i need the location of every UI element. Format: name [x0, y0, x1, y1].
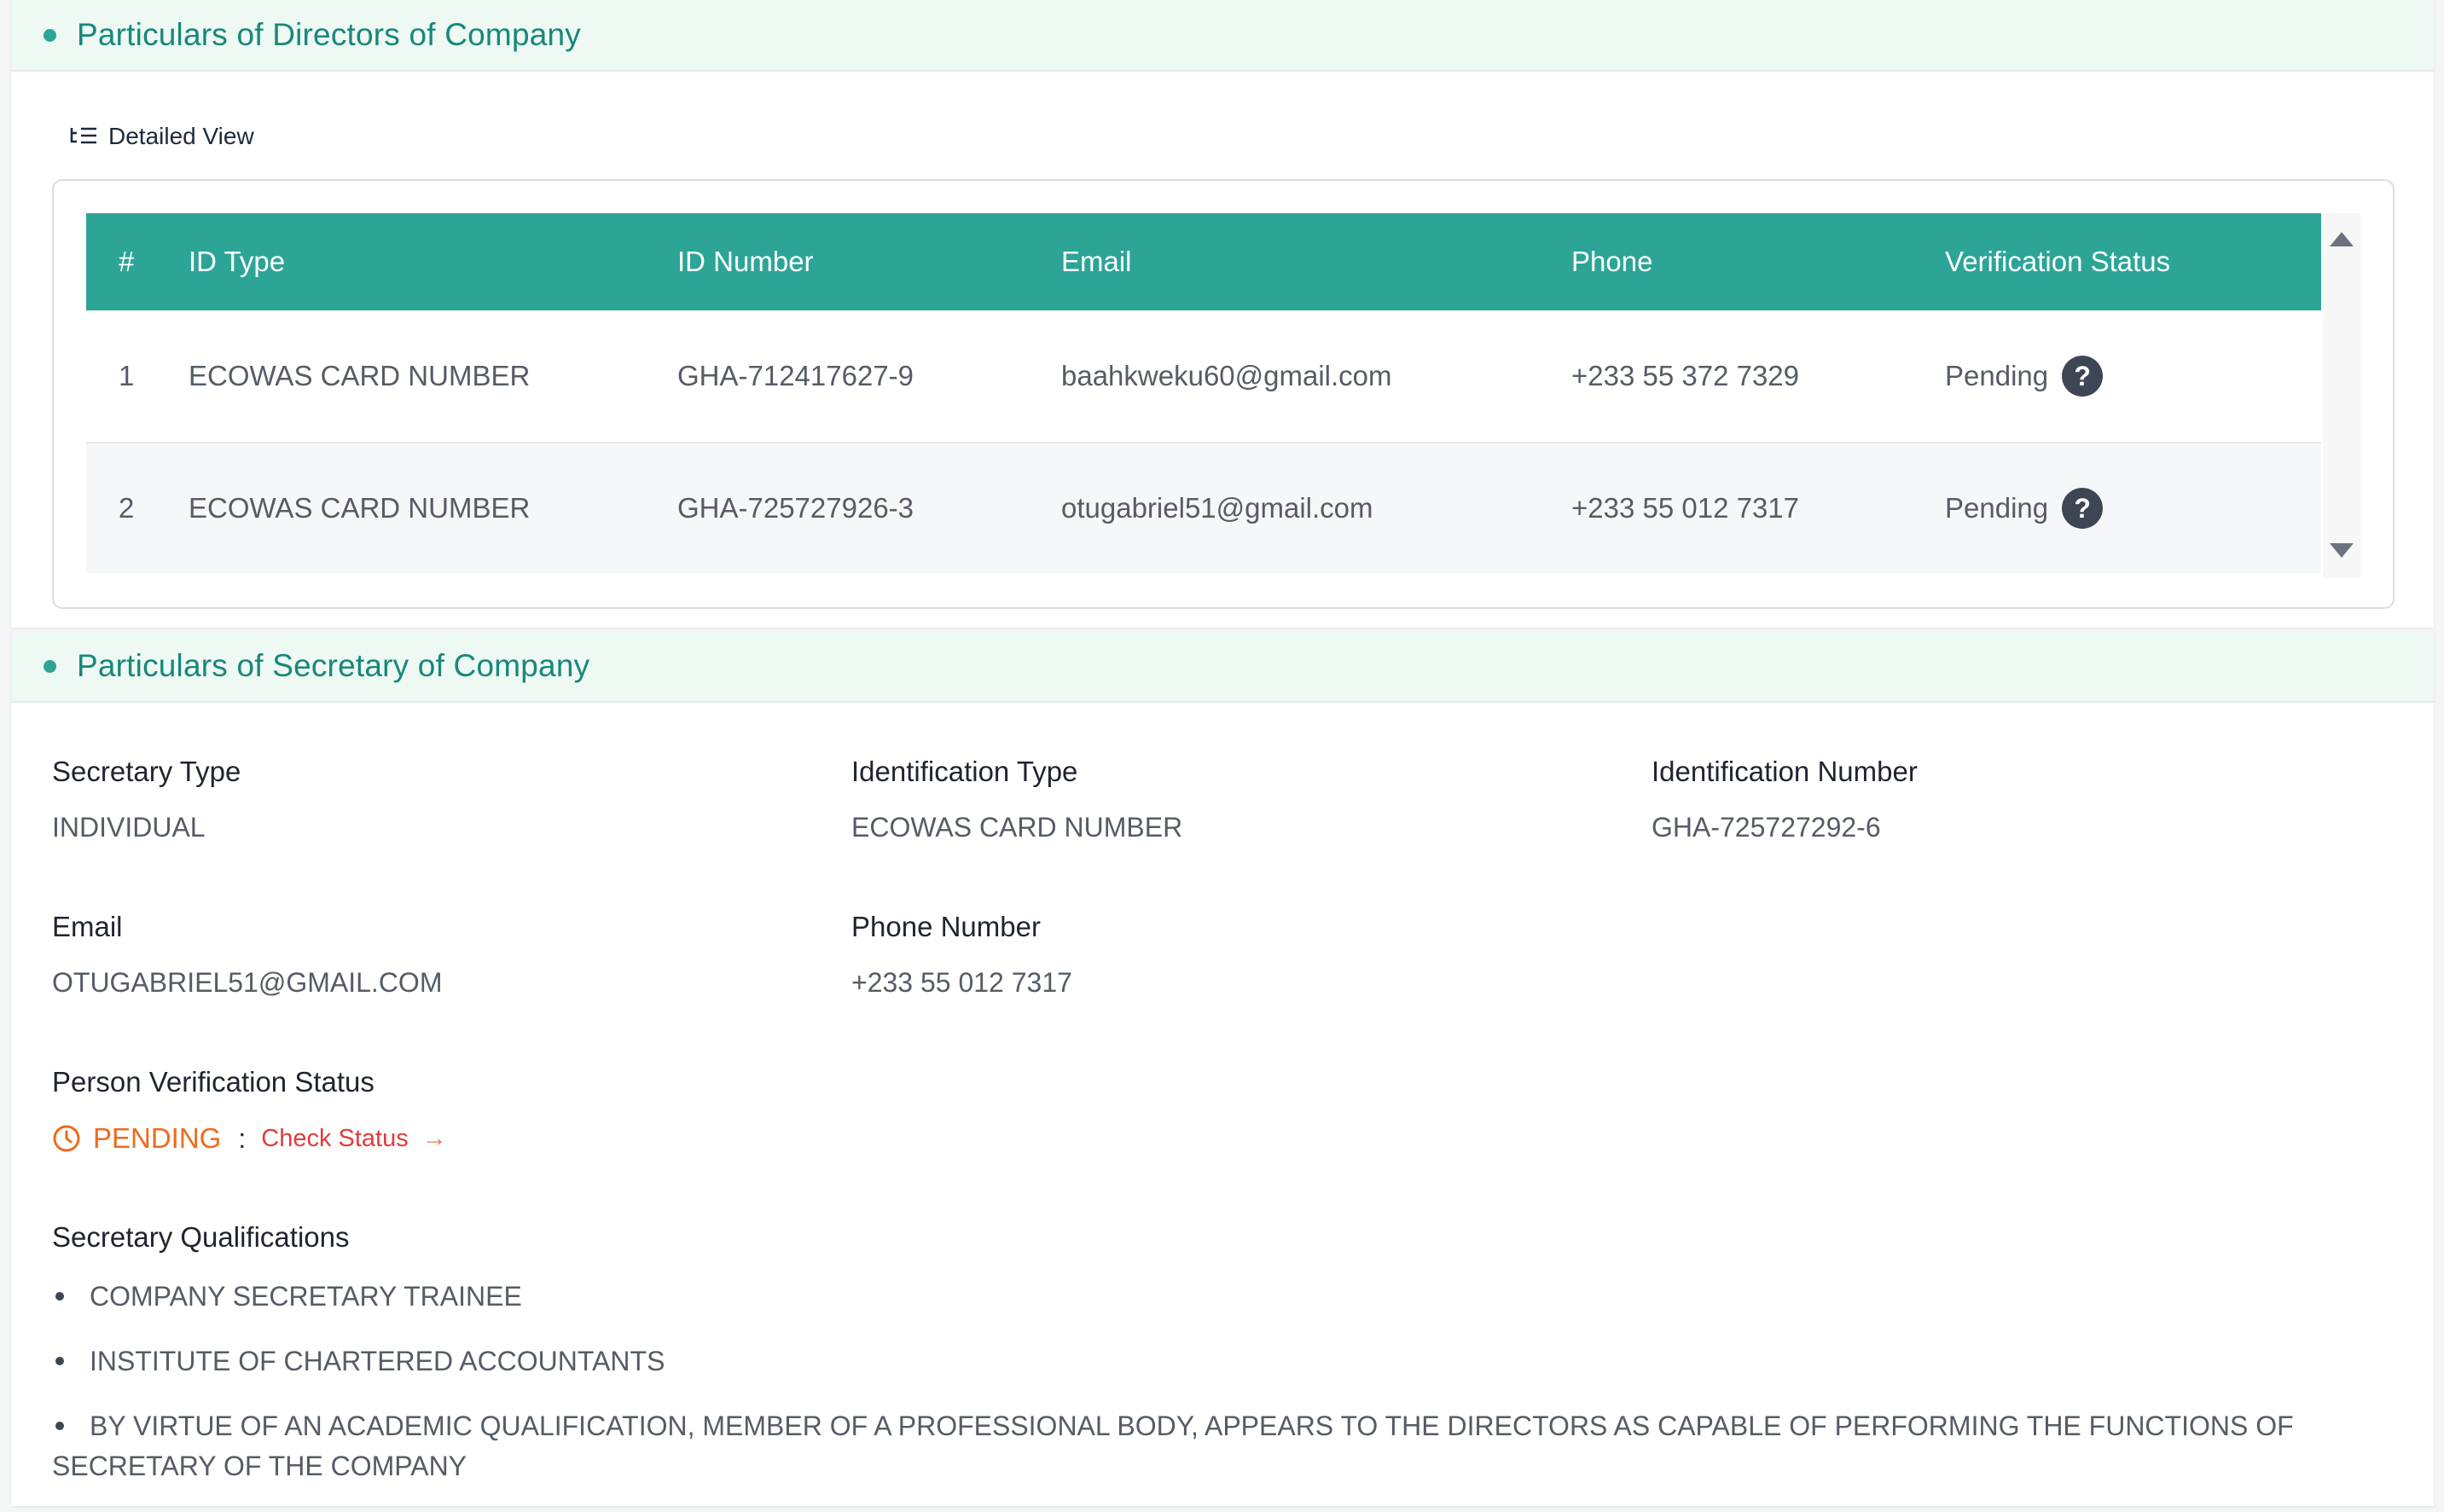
section-dot-icon — [44, 659, 56, 673]
qualifications-list: COMPANY SECRETARY TRAINEE INSTITUTE OF C… — [52, 1277, 2406, 1511]
bullet-icon — [55, 1356, 64, 1365]
column-header-email: Email — [1061, 246, 1132, 277]
cell-email: otugabriel51@gmail.com — [1061, 492, 1373, 524]
detailed-view-label: Detailed View — [108, 123, 254, 149]
list-tree-icon — [70, 127, 96, 144]
directors-section-title: Particulars of Directors of Company — [77, 17, 581, 52]
identification-number-field: Identification Number GHA-725727292-6 — [1652, 756, 1918, 843]
email-field: Email OTUGABRIEL51@GMAIL.COM — [52, 911, 442, 999]
arrow-right-icon[interactable]: → — [422, 1125, 447, 1153]
cell-email: baahkweku60@gmail.com — [1061, 360, 1392, 391]
cell-verification-status: Pending ? — [1945, 356, 2321, 397]
identification-type-label: Identification Type — [851, 756, 1078, 787]
verification-status-line: PENDING : Check Status → — [52, 1122, 447, 1155]
status-text: Pending — [1945, 360, 2049, 391]
person-verification-field: Person Verification Status — [52, 1066, 374, 1098]
clock-icon — [53, 1125, 80, 1152]
identification-type-value: ECOWAS CARD NUMBER — [851, 812, 1183, 843]
column-header-phone: Phone — [1571, 246, 1653, 277]
column-header-number: # — [119, 246, 135, 277]
email-value: OTUGABRIEL51@GMAIL.COM — [52, 967, 443, 998]
column-header-verification-status: Verification Status — [1945, 246, 2171, 277]
table-row: 1 ECOWAS CARD NUMBER GHA-712417627-9 baa… — [86, 310, 2321, 443]
scroll-up-arrow-icon[interactable] — [2330, 232, 2354, 246]
list-item: COMPANY SECRETARY TRAINEE — [52, 1277, 2406, 1317]
phone-number-label: Phone Number — [851, 911, 1041, 942]
secretary-section-header: Particulars of Secretary of Company — [11, 631, 2434, 703]
cell-number: 2 — [119, 492, 135, 524]
table-row: 2 ECOWAS CARD NUMBER GHA-725727926-3 otu… — [86, 443, 2321, 573]
cell-verification-status: Pending ? — [1945, 488, 2321, 529]
status-text: Pending — [1945, 492, 2049, 524]
status-separator: : — [238, 1122, 247, 1154]
directors-table: # ID Type ID Number Email Phone Verifica… — [86, 213, 2321, 573]
table-scrollbar[interactable] — [2323, 213, 2360, 578]
cell-id-number: GHA-712417627-9 — [677, 360, 914, 391]
phone-number-value: +233 55 012 7317 — [851, 967, 1072, 998]
bullet-icon — [55, 1291, 64, 1301]
verification-status-badge: PENDING — [93, 1122, 222, 1154]
table-header-row: # ID Type ID Number Email Phone Verifica… — [86, 213, 2321, 310]
cell-id-number: GHA-725727926-3 — [677, 492, 914, 524]
secretary-type-label: Secretary Type — [52, 756, 241, 787]
identification-type-field: Identification Type ECOWAS CARD NUMBER — [851, 756, 1182, 843]
section-dot-icon — [44, 28, 56, 42]
scroll-down-arrow-icon[interactable] — [2330, 543, 2354, 558]
phone-number-field: Phone Number +233 55 012 7317 — [851, 911, 1072, 999]
directors-section-header: Particulars of Directors of Company — [11, 0, 2434, 72]
secretary-qualifications-field: Secretary Qualifications — [52, 1221, 349, 1254]
cell-id-type: ECOWAS CARD NUMBER — [189, 360, 531, 391]
person-verification-label: Person Verification Status — [52, 1066, 374, 1098]
list-item: BY VIRTUE OF AN ACADEMIC QUALIFICATION, … — [52, 1406, 2406, 1486]
email-label: Email — [52, 911, 123, 942]
column-header-id-number: ID Number — [677, 246, 814, 277]
secretary-type-value: INDIVIDUAL — [52, 812, 206, 843]
cell-phone: +233 55 012 7317 — [1571, 492, 1800, 524]
qualification-text: INSTITUTE OF CHARTERED ACCOUNTANTS — [90, 1346, 665, 1376]
qualification-text: COMPANY SECRETARY TRAINEE — [90, 1281, 522, 1312]
secretary-qualifications-label: Secretary Qualifications — [52, 1221, 350, 1253]
directors-table-container: # ID Type ID Number Email Phone Verifica… — [52, 179, 2395, 609]
qualification-text: BY VIRTUE OF AN ACADEMIC QUALIFICATION, … — [52, 1411, 2294, 1481]
check-status-link[interactable]: Check Status — [261, 1125, 408, 1153]
list-item: INSTITUTE OF CHARTERED ACCOUNTANTS — [52, 1341, 2406, 1382]
help-icon[interactable]: ? — [2062, 488, 2104, 529]
directors-section: Particulars of Directors of Company Deta… — [11, 0, 2434, 628]
cell-id-type: ECOWAS CARD NUMBER — [189, 492, 531, 524]
help-icon[interactable]: ? — [2062, 356, 2104, 397]
cell-phone: +233 55 372 7329 — [1571, 360, 1800, 391]
secretary-section-title: Particulars of Secretary of Company — [77, 648, 590, 683]
cell-number: 1 — [119, 360, 135, 391]
detailed-view-button[interactable]: Detailed View — [69, 123, 254, 150]
identification-number-label: Identification Number — [1652, 756, 1918, 787]
secretary-type-field: Secretary Type INDIVIDUAL — [52, 756, 241, 843]
identification-number-value: GHA-725727292-6 — [1652, 812, 1881, 843]
bullet-icon — [55, 1421, 64, 1430]
column-header-id-type: ID Type — [189, 246, 286, 277]
